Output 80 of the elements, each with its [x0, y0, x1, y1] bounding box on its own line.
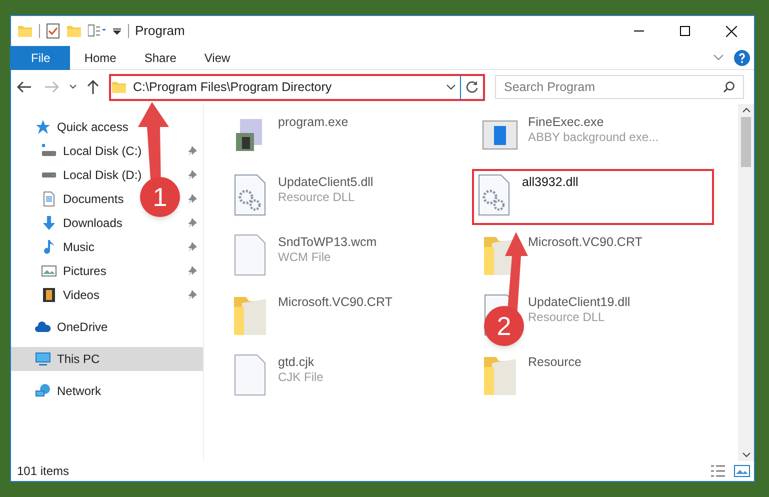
file-type: Resource DLL — [278, 190, 356, 205]
up-arrow-icon[interactable] — [87, 80, 99, 94]
selected-nav-item[interactable]: This PC — [11, 347, 203, 371]
file-name[interactable]: UpdateClient5.dll — [278, 175, 374, 190]
pin-icon[interactable] — [187, 146, 197, 156]
file-type: Resource DLL — [528, 310, 606, 325]
file-name[interactable]: SndToWP13.wcm — [278, 235, 377, 250]
nav-label[interactable]: OneDrive — [57, 318, 108, 336]
scrollbar[interactable] — [738, 104, 754, 461]
ribbon-tab[interactable]: Home — [70, 46, 130, 70]
address-path: C:\Program Files\Program Directory — [133, 78, 332, 96]
chevron-down-icon[interactable] — [446, 84, 456, 90]
help-icon[interactable] — [734, 50, 750, 66]
nav-label[interactable]: Network — [57, 382, 102, 400]
scrollbar-thumb[interactable] — [741, 117, 751, 167]
picture-icon — [41, 263, 57, 279]
item-count: 101 items — [17, 463, 70, 480]
pin-icon[interactable] — [187, 170, 197, 180]
folder-icon — [111, 79, 127, 95]
close-icon — [726, 26, 736, 36]
details-view-icon[interactable] — [710, 464, 726, 478]
refresh-icon[interactable] — [466, 81, 478, 93]
document-icon — [41, 191, 57, 207]
nav-label[interactable]: Downloads — [63, 214, 122, 232]
file-type: CJK File — [278, 370, 324, 385]
chevron-down-icon[interactable] — [69, 84, 77, 90]
file-name[interactable]: FineExec.exe — [528, 115, 659, 130]
file-name[interactable]: Microsoft.VC90.CRT — [528, 235, 642, 250]
hard-drive-icon — [41, 172, 57, 178]
new-folder-icon — [66, 23, 82, 39]
nav-label[interactable]: Local Disk (C:) — [63, 142, 142, 160]
nav-label[interactable]: Pictures — [63, 262, 106, 280]
ribbon-tab[interactable]: Share — [130, 46, 190, 70]
search-input[interactable]: Search Program — [504, 78, 723, 96]
nav-label[interactable]: Local Disk (D:) — [63, 166, 142, 184]
gear-file-icon — [476, 173, 512, 217]
blank-file-icon — [232, 233, 268, 277]
film-strip-icon — [41, 287, 57, 303]
address-bar[interactable]: C:\Program Files\Program Directory — [109, 74, 485, 100]
file-name[interactable]: Microsoft.VC90.CRT — [278, 295, 392, 310]
file-name[interactable]: all3932.dll — [522, 175, 578, 190]
ribbon-tab[interactable]: View — [190, 46, 244, 70]
pin-icon[interactable] — [187, 218, 197, 228]
file-type: ABBY background exe... — [528, 130, 659, 145]
computer-icon — [35, 351, 51, 367]
back-arrow-icon[interactable] — [17, 81, 31, 93]
network-globe-icon — [35, 383, 51, 399]
dropdown-icon[interactable] — [112, 26, 122, 36]
file-name[interactable]: gtd.cjk — [278, 355, 324, 370]
chevron-up-icon[interactable] — [742, 107, 750, 113]
pin-icon[interactable] — [187, 266, 197, 276]
nav-label[interactable]: Music — [63, 238, 94, 256]
blank-file-icon — [232, 353, 268, 397]
thumbnail-view-icon[interactable] — [734, 464, 750, 478]
search-field[interactable]: Search Program — [495, 75, 744, 99]
hard-drive-icon — [41, 143, 57, 159]
folder-icon — [17, 23, 33, 39]
pin-icon[interactable] — [187, 242, 197, 252]
nav-label[interactable]: Videos — [63, 286, 100, 304]
file-name[interactable]: program.exe — [278, 115, 348, 130]
file-type: WCM File — [278, 250, 332, 265]
window-title: Program — [135, 22, 185, 40]
nav-label[interactable]: Quick access — [57, 118, 128, 136]
gear-file-icon — [232, 173, 268, 217]
ribbon-tab[interactable]: File — [11, 46, 70, 70]
checklist-icon[interactable] — [46, 23, 60, 39]
file-name[interactable]: Resource — [528, 355, 582, 370]
nav-label[interactable]: This PC — [57, 350, 100, 368]
file-name[interactable]: UpdateClient19.dll — [528, 295, 630, 310]
properties-icon[interactable] — [88, 24, 106, 38]
search-icon[interactable] — [723, 81, 735, 93]
cloud-icon — [35, 319, 51, 335]
highlighted-file-tile[interactable]: all3932.dll — [472, 169, 714, 225]
pin-icon[interactable] — [187, 194, 197, 204]
chevron-down-icon[interactable] — [742, 452, 750, 458]
download-arrow-icon — [41, 215, 57, 231]
maximize-icon — [680, 26, 690, 36]
pin-icon[interactable] — [187, 290, 197, 300]
star-icon — [35, 119, 51, 135]
nav-label[interactable]: Documents — [63, 190, 124, 208]
